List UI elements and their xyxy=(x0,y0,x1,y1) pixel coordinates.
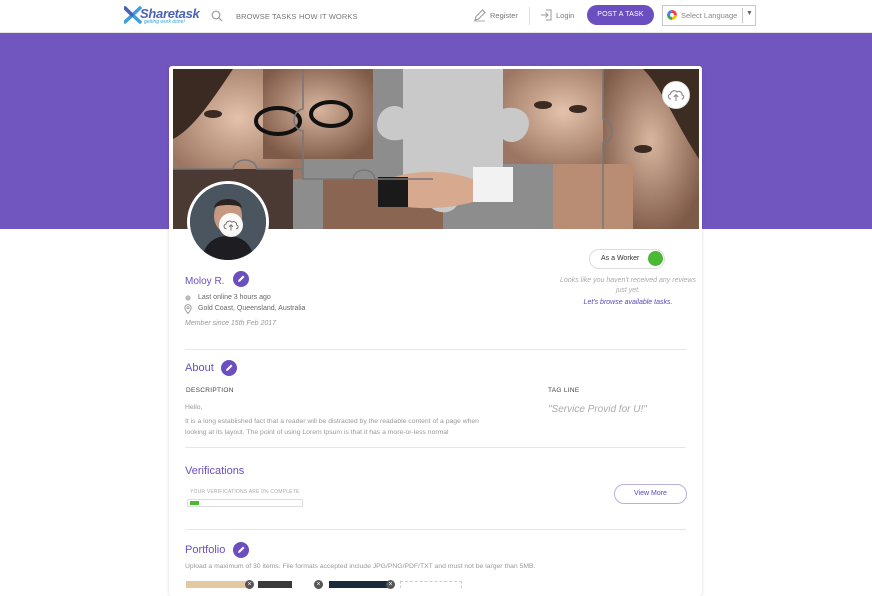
description-line-1: It is a long established fact that a rea… xyxy=(185,418,479,425)
login-link[interactable]: Login xyxy=(556,11,574,20)
tagline-label: TAG LINE xyxy=(548,387,580,394)
section-divider xyxy=(185,529,686,530)
view-more-button[interactable]: View More xyxy=(614,484,687,504)
avatar[interactable] xyxy=(187,181,269,263)
last-online-text: Last online 3 hours ago xyxy=(198,294,271,301)
description-label: DESCRIPTION xyxy=(186,387,234,394)
upload-avatar-button[interactable] xyxy=(219,213,243,237)
pencil-icon xyxy=(474,9,486,22)
login-icon xyxy=(541,9,552,21)
portfolio-upload-note: Upload a maximum of 30 items. File forma… xyxy=(185,563,536,570)
worker-toggle-label: As a Worker xyxy=(601,255,640,262)
edit-profile-button[interactable] xyxy=(233,271,249,287)
description-line-2: looking at its layout. The point of usin… xyxy=(185,429,449,436)
portfolio-item[interactable] xyxy=(258,581,292,588)
add-portfolio-item[interactable] xyxy=(400,581,462,588)
pencil-icon xyxy=(226,364,233,371)
portfolio-heading: Portfolio xyxy=(185,544,226,556)
location-pin-icon xyxy=(184,304,192,314)
post-a-task-button[interactable]: POST A TASK xyxy=(587,5,654,25)
member-since-text: Member since 15th Feb 2017 xyxy=(185,320,277,327)
register-link[interactable]: Register xyxy=(490,11,518,20)
browse-tasks-link[interactable]: Let's browse available tasks. xyxy=(560,299,696,306)
profile-name: Moloy R. xyxy=(185,276,225,287)
verifications-heading: Verifications xyxy=(185,465,245,477)
cloud-upload-icon xyxy=(223,220,239,231)
pencil-icon xyxy=(238,546,245,553)
portfolio-item[interactable] xyxy=(329,581,389,588)
verification-status-text: YOUR VERIFICATIONS ARE 0% COMPLETE xyxy=(190,489,300,495)
upload-cover-button[interactable] xyxy=(662,81,690,109)
pencil-icon xyxy=(238,275,245,282)
language-select-label: Select Language xyxy=(681,11,738,20)
search-icon[interactable] xyxy=(211,10,223,22)
verification-progress-bar xyxy=(187,499,303,507)
chevron-down-icon: ▼ xyxy=(746,10,753,17)
online-status-dot xyxy=(185,295,191,301)
toggle-on-indicator xyxy=(648,251,663,266)
worker-toggle[interactable]: As a Worker xyxy=(589,249,665,269)
sharetask-logo[interactable]: Sharetask getting work done! xyxy=(124,5,200,27)
section-divider xyxy=(185,349,686,350)
edit-about-button[interactable] xyxy=(221,360,237,376)
language-select-divider xyxy=(742,8,743,23)
about-heading: About xyxy=(185,362,214,374)
top-navigation-bar: Sharetask getting work done! BROWSE TASK… xyxy=(0,0,872,33)
portfolio-item[interactable] xyxy=(186,581,248,588)
nav-browse-tasks[interactable]: BROWSE TASKS xyxy=(236,12,297,21)
location-text: Gold Coast, Queensland, Australia xyxy=(198,305,306,312)
nav-how-it-works[interactable]: HOW IT WORKS xyxy=(299,12,358,21)
google-icon xyxy=(667,10,677,20)
verification-progress-fill xyxy=(190,501,199,505)
nav-separator xyxy=(529,7,530,25)
cloud-upload-icon xyxy=(667,90,685,101)
no-reviews-text: Looks like you haven't received any revi… xyxy=(560,277,696,294)
section-divider xyxy=(185,447,686,448)
avatar-photo xyxy=(190,184,266,260)
description-greeting: Hello, xyxy=(185,404,203,411)
tagline-text: "Service Provid for U!" xyxy=(548,404,647,415)
edit-portfolio-button[interactable] xyxy=(233,542,249,558)
logo-tagline: getting work done! xyxy=(144,19,185,25)
language-select[interactable]: Select Language ▼ xyxy=(662,5,756,26)
